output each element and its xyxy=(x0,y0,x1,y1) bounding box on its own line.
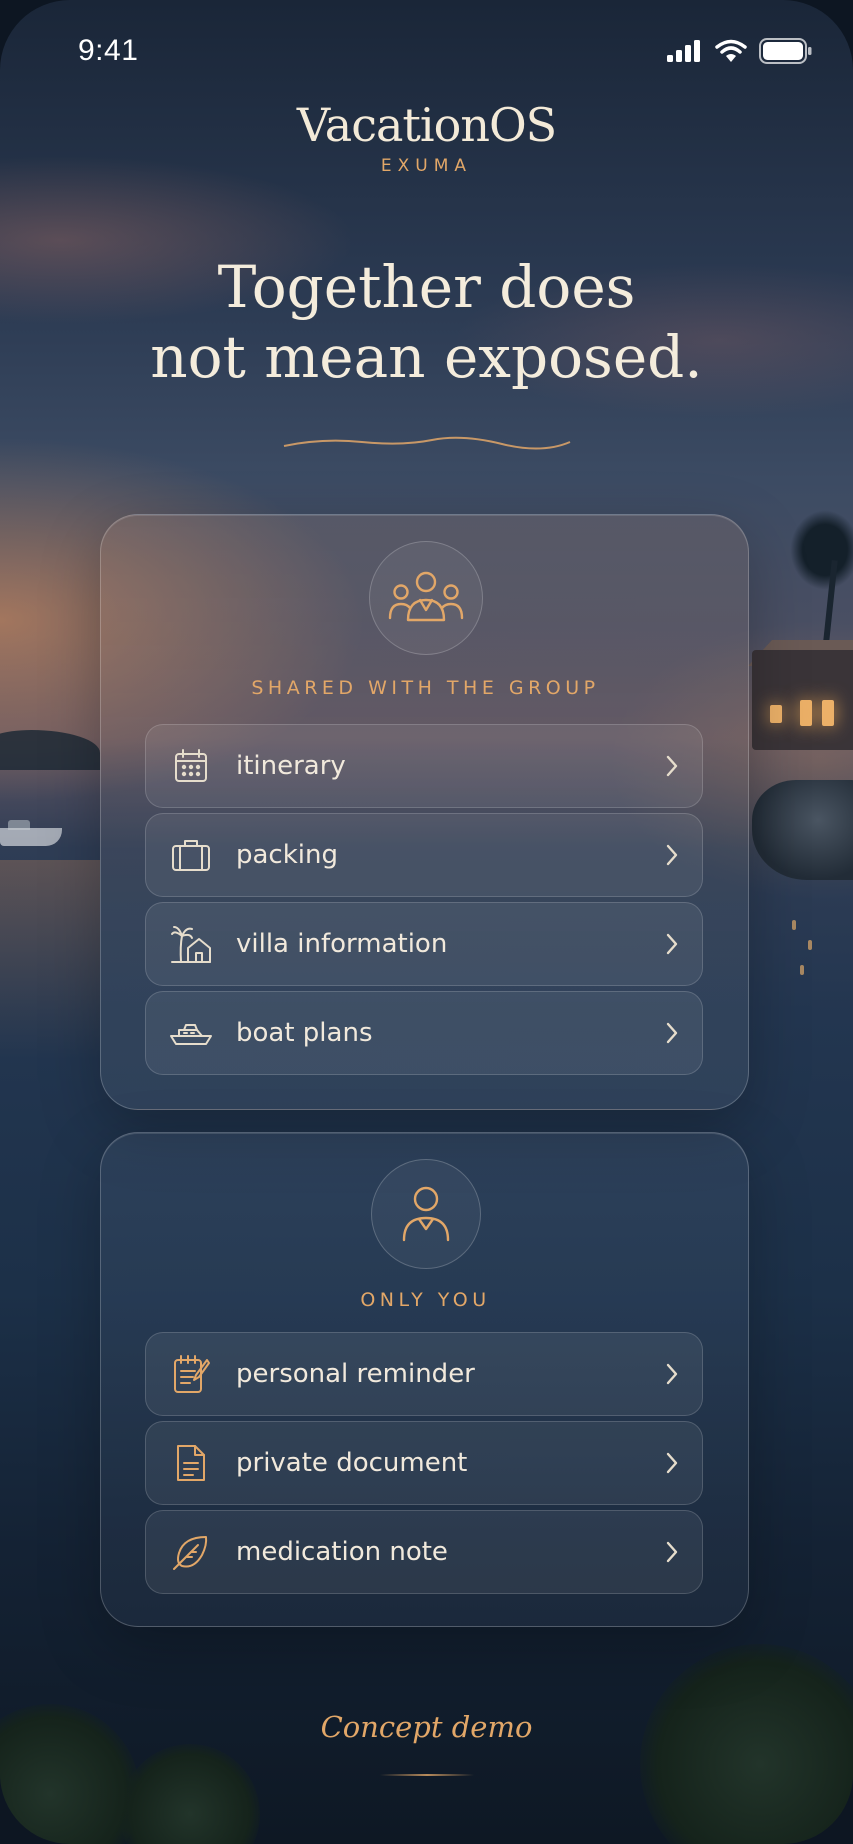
foreground-foliage xyxy=(640,1644,853,1844)
battery-icon xyxy=(759,38,813,68)
item-label: medication note xyxy=(236,1537,448,1567)
item-label: packing xyxy=(236,840,338,870)
light-reflection xyxy=(808,940,812,950)
item-packing[interactable]: packing xyxy=(145,813,703,897)
wifi-icon xyxy=(715,39,747,67)
villa-icon xyxy=(146,902,236,986)
villa-building xyxy=(752,650,853,750)
item-itinerary[interactable]: itinerary xyxy=(145,724,703,808)
leaf-icon xyxy=(146,1510,236,1594)
item-villa-information[interactable]: villa information xyxy=(145,902,703,986)
palm-trunk xyxy=(820,559,838,671)
item-boat-plans[interactable]: boat plans xyxy=(145,991,703,1075)
item-label: private document xyxy=(236,1448,468,1478)
item-label: itinerary xyxy=(236,751,346,781)
app-brand: VacationOS EXUMA xyxy=(0,98,853,176)
private-section-card: ONLY YOU personal reminder private docum… xyxy=(100,1132,749,1627)
item-label: boat plans xyxy=(236,1018,373,1048)
person-icon xyxy=(371,1159,481,1269)
cellular-signal-icon xyxy=(667,40,703,66)
app-title: VacationOS xyxy=(296,98,557,152)
shore-rocks xyxy=(752,780,853,880)
wave-divider xyxy=(283,436,571,450)
calendar-icon xyxy=(146,724,236,808)
light-reflection xyxy=(800,965,804,975)
chevron-right-icon xyxy=(642,1510,702,1594)
headline-line-1: Together does xyxy=(217,253,636,321)
app-screen: 9:41 VacationOS EXUMA Together does not … xyxy=(0,0,853,1844)
private-section-label: ONLY YOU xyxy=(360,1289,491,1311)
footer-caption: Concept demo xyxy=(320,1710,533,1744)
boat-cabin xyxy=(8,820,30,830)
villa-window-light xyxy=(800,700,812,726)
item-medication-note[interactable]: medication note xyxy=(145,1510,703,1594)
shared-section-label: SHARED WITH THE GROUP xyxy=(251,677,600,699)
chevron-right-icon xyxy=(642,1421,702,1505)
chevron-right-icon xyxy=(642,813,702,897)
moored-boat xyxy=(0,828,62,846)
group-icon xyxy=(369,541,483,655)
status-time: 9:41 xyxy=(78,34,139,67)
chevron-right-icon xyxy=(642,1332,702,1416)
item-private-document[interactable]: private document xyxy=(145,1421,703,1505)
suitcase-icon xyxy=(146,813,236,897)
headline-line-2: not mean exposed. xyxy=(150,323,703,391)
chevron-right-icon xyxy=(642,991,702,1075)
villa-roof xyxy=(748,640,853,666)
distant-island xyxy=(0,730,100,770)
footer-divider xyxy=(380,1774,474,1776)
item-label: personal reminder xyxy=(236,1359,475,1389)
boat-icon xyxy=(146,991,236,1075)
status-bar: 9:41 xyxy=(0,0,853,100)
villa-window-light xyxy=(770,705,782,723)
status-icons xyxy=(667,38,813,68)
foreground-foliage xyxy=(120,1744,260,1844)
item-label: villa information xyxy=(236,929,448,959)
shared-section-card: SHARED WITH THE GROUP itinerary packing … xyxy=(100,514,749,1110)
location-subtitle: EXUMA xyxy=(380,156,473,176)
headline: Together does not mean exposed. xyxy=(0,252,853,392)
document-icon xyxy=(146,1421,236,1505)
note-icon xyxy=(146,1332,236,1416)
water-reflection xyxy=(0,860,100,1060)
chevron-right-icon xyxy=(642,902,702,986)
villa-window-light xyxy=(822,700,834,726)
chevron-right-icon xyxy=(642,724,702,808)
palm-tree xyxy=(790,510,853,590)
light-reflection xyxy=(792,920,796,930)
item-personal-reminder[interactable]: personal reminder xyxy=(145,1332,703,1416)
